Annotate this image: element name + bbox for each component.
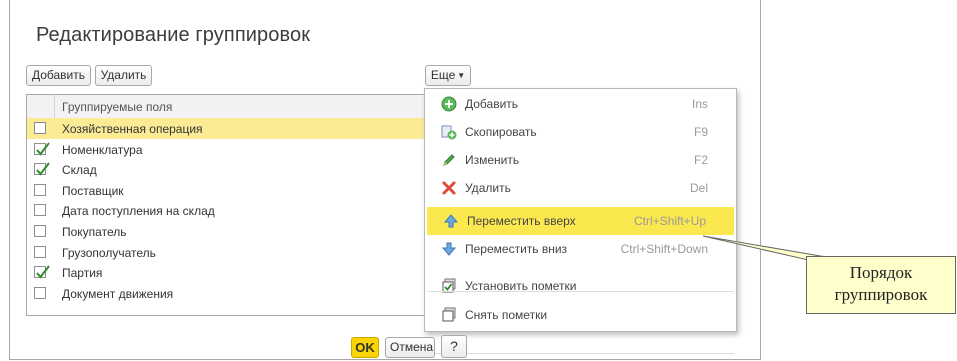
callout-note: Порядок группировок	[806, 256, 956, 314]
callout-line-2: группировок	[834, 285, 928, 304]
callout-line-1: Порядок	[849, 263, 913, 282]
